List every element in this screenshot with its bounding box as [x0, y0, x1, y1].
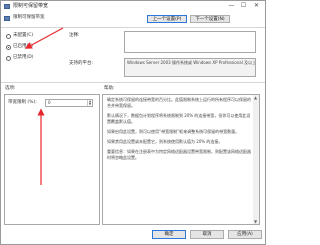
disabled-radio[interactable]	[6, 56, 11, 61]
help-pane: 确定系统可保留的连接带宽的百分比。此值限制系统上运行的所有程序可以保留的合并带宽…	[102, 94, 260, 225]
ok-button[interactable]: 确定	[152, 230, 186, 239]
minimize-icon[interactable]: —	[227, 3, 236, 10]
help-paragraph: 如果启用此设置，则可以使用“带宽限制”框来调整系统可保留的带宽数量。	[107, 129, 240, 134]
enabled-radio[interactable]	[6, 45, 11, 50]
options-pane: 带宽限制 (%): 0 ▲ ▼	[4, 94, 100, 225]
apply-button[interactable]: 应用(A)	[228, 230, 262, 239]
bandwidth-limit-value: 0	[48, 100, 51, 105]
next-setting-button[interactable]: 下一个设置(N)	[190, 15, 230, 23]
title-bar: 限制可保留带宽 — ☐ ✕	[1, 1, 265, 12]
scroll-up-icon[interactable]: ▲	[253, 95, 258, 100]
scroll-down-icon[interactable]: ▼	[253, 219, 258, 224]
help-text: 确定系统可保留的连接带宽的百分比。此值限制系统上运行的所有程序可以保留的合并带宽…	[107, 97, 253, 165]
not-configured-radio[interactable]	[6, 34, 11, 39]
help-section-label: 帮助:	[104, 86, 115, 91]
close-icon[interactable]: ✕	[252, 3, 261, 10]
supported-on-value: Windows Server 2003 操作系统或 Windows XP Pro…	[127, 60, 255, 65]
section-divider	[1, 82, 265, 83]
spin-down-icon[interactable]: ▼	[88, 103, 92, 106]
previous-setting-button[interactable]: 上一个设置(P)	[147, 15, 187, 23]
help-paragraph: 重要信息：如果在注册表中为特定网络适配器设置带宽限制，则配置该网络适配器时将忽略…	[107, 149, 251, 160]
help-paragraph: 如果禁用此设置或未配置它，则系统使用默认值为 20% 的连接。	[107, 139, 223, 144]
setting-icon	[4, 16, 10, 21]
maximize-icon[interactable]: ☐	[239, 3, 248, 10]
enabled-label[interactable]: 已启用(E)	[13, 44, 33, 50]
bandwidth-limit-label: 带宽限制 (%):	[8, 100, 37, 105]
arrow-to-enabled-icon	[24, 27, 64, 49]
supported-on-box: Windows Server 2003 操作系统或 Windows XP Pro…	[124, 58, 256, 77]
disabled-label[interactable]: 已禁用(D)	[13, 55, 33, 61]
policy-app-icon	[4, 4, 10, 9]
help-scrollbar[interactable]: ▲ ▼	[253, 95, 259, 224]
supported-on-label: 支持的平台:	[69, 61, 94, 66]
comment-label: 注释:	[69, 33, 80, 38]
options-section-label: 选项:	[5, 86, 16, 91]
policy-dialog-window: 限制可保留带宽 — ☐ ✕ 限制可保留带宽 上一个设置(P) 下一个设置(N) …	[0, 0, 266, 245]
comment-textarea[interactable]	[124, 31, 256, 53]
help-paragraph: 默认情况下，数据包计划程序将系统限制到 20% 的连接带宽，但你可以使用此设置覆…	[107, 113, 251, 124]
help-paragraph: 确定系统可保留的连接带宽的百分比。此值限制系统上运行的所有程序可以保留的合并带宽…	[107, 97, 251, 108]
window-title: 限制可保留带宽	[13, 3, 49, 9]
header-divider	[1, 27, 265, 28]
bandwidth-limit-spinbox[interactable]: 0 ▲ ▼	[45, 99, 93, 107]
not-configured-label[interactable]: 未配置(C)	[13, 33, 33, 39]
spin-buttons[interactable]: ▲ ▼	[87, 100, 92, 106]
setting-name: 限制可保留带宽	[13, 15, 45, 20]
cancel-button[interactable]: 取消	[190, 230, 224, 239]
